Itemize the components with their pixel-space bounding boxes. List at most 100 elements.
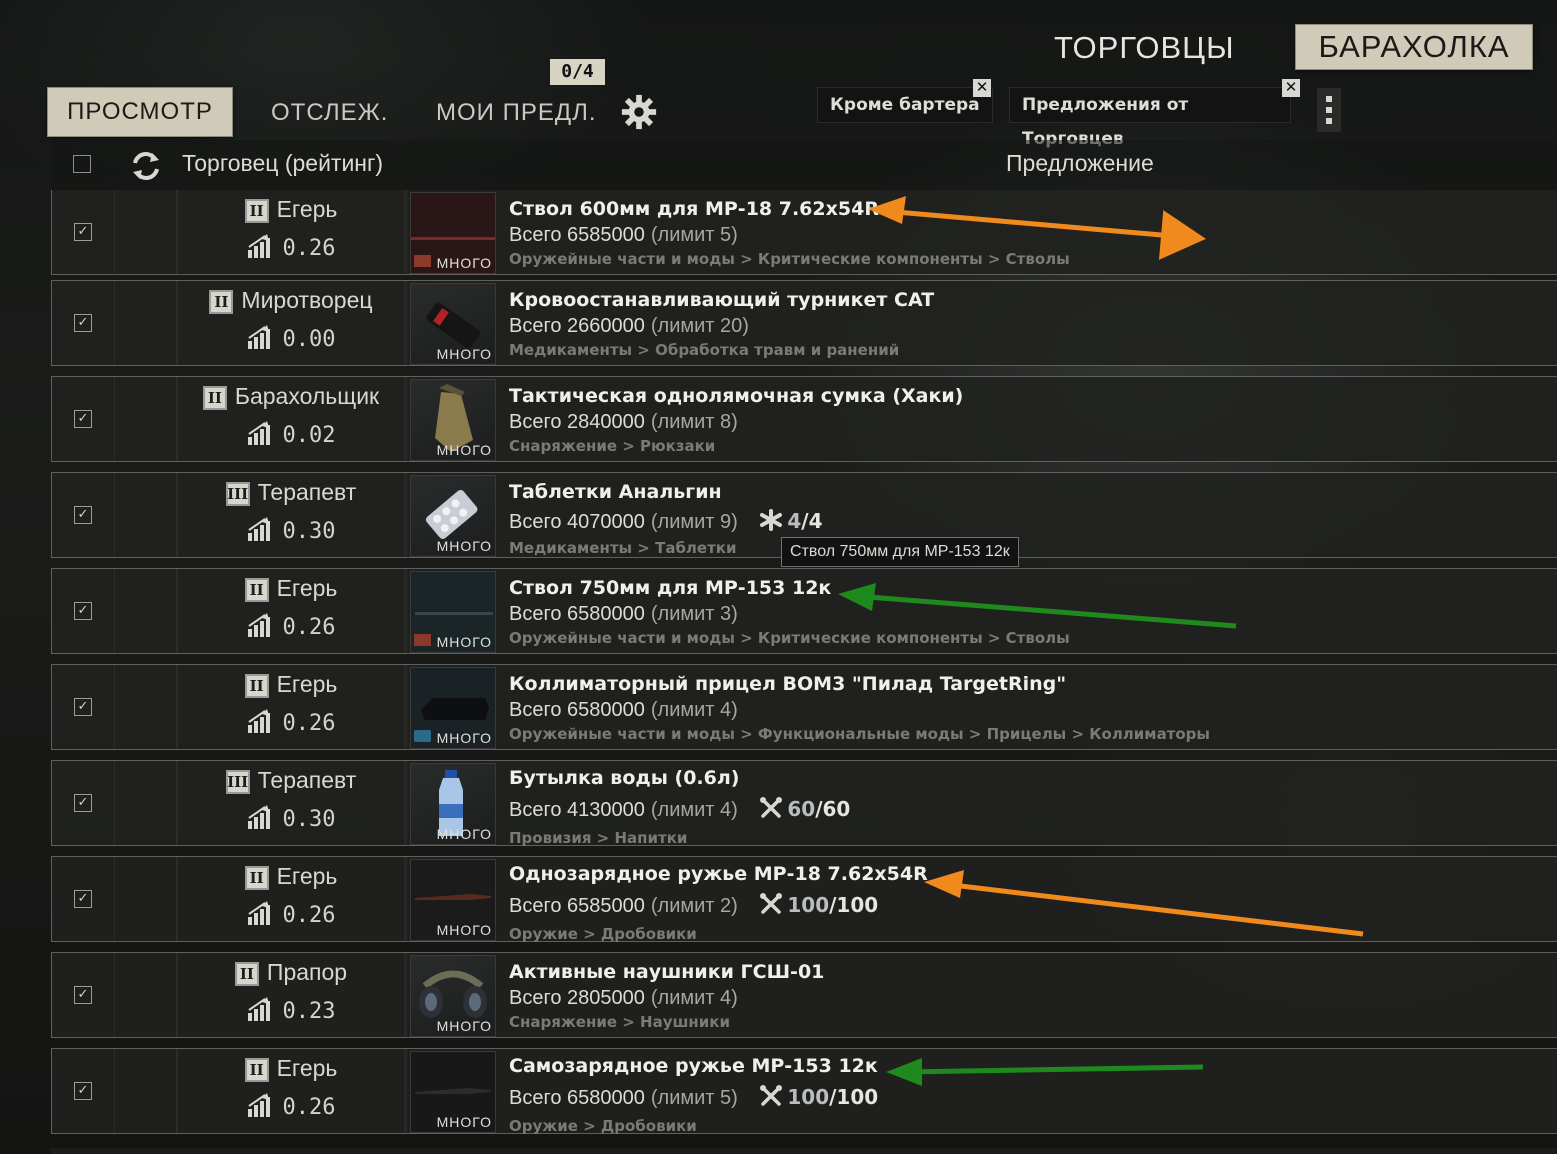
item-total: Всего 6580000 (лимит 4) — [509, 699, 738, 721]
offer-row[interactable]: ✓ II Егерь 0.26 МНОГО Однозарядное ружье … — [51, 856, 1557, 943]
row-checkbox[interactable]: ✓ — [74, 1082, 92, 1100]
item-category-breadcrumb: Оружейные части и моды > Критические ком… — [509, 629, 1070, 647]
row-checkbox[interactable]: ✓ — [74, 890, 92, 908]
item-thumbnail[interactable]: МНОГО — [410, 763, 496, 845]
select-all-checkbox[interactable] — [73, 155, 91, 173]
item-total: Всего 2805000 (лимит 4) — [509, 987, 738, 1009]
filter-chip-trader-offers[interactable]: Предложения от Торговцев — [1010, 88, 1290, 149]
item-name[interactable]: Ствол 600мм для МР-18 7.62x54R — [509, 198, 879, 220]
row-checkbox[interactable]: ✓ — [74, 314, 92, 332]
item-category-breadcrumb: Снаряжение > Рюкзаки — [509, 437, 716, 455]
item-thumbnail[interactable]: МНОГО — [410, 283, 496, 365]
item-category-breadcrumb: Медикаменты > Таблетки — [509, 539, 737, 557]
list-next-row-edge — [51, 1148, 1557, 1154]
loyalty-level-badge: II — [244, 198, 269, 223]
item-total: Всего 2840000 (лимит 8) — [509, 411, 738, 433]
item-name[interactable]: Коллиматорный прицел BOM3 "Пилад TargetR… — [509, 673, 1066, 695]
item-thumbnail[interactable]: МНОГО — [410, 955, 496, 1037]
trader-name[interactable]: II Егерь — [178, 575, 404, 602]
rating-icon — [247, 709, 270, 733]
column-header: Торговец (рейтинг) Предложение — [51, 140, 1557, 190]
refresh-icon[interactable] — [128, 148, 164, 184]
loyalty-level-badge: III — [225, 481, 250, 506]
offer-row[interactable]: ✓ III Терапевт 0.30 МНОГО Бутылка воды (0… — [51, 760, 1557, 847]
filter-chip-no-barter[interactable]: Кроме бартера — [818, 88, 992, 122]
item-thumbnail[interactable]: МНОГО — [410, 379, 496, 461]
tab-browse[interactable]: ПРОСМОТР — [48, 88, 232, 136]
trader-name[interactable]: III Терапевт — [178, 479, 404, 506]
row-checkbox[interactable]: ✓ — [74, 410, 92, 428]
item-thumbnail[interactable]: МНОГО — [410, 192, 496, 274]
trader-name[interactable]: II Егерь — [178, 863, 404, 890]
gear-icon[interactable] — [620, 93, 658, 131]
trader-name[interactable]: II Прапор — [178, 959, 404, 986]
item-total: Всего 4130000 (лимит 4) 60/60 — [509, 797, 851, 821]
offer-row[interactable]: ✓ II Егерь 0.26 МНОГО Самозарядное ружье … — [51, 1048, 1557, 1135]
trader-name[interactable]: II Егерь — [178, 196, 404, 223]
row-checkbox[interactable]: ✓ — [74, 794, 92, 812]
trader-name[interactable]: III Терапевт — [178, 767, 404, 794]
rating-icon — [247, 1093, 270, 1117]
loyalty-level-badge: II — [244, 673, 269, 698]
offer-row[interactable]: ✓ II Егерь 0.26 МНОГО Ствол 750мм для МР-… — [51, 568, 1557, 654]
offer-row[interactable]: ✓ II Прапор 0.23 МНОГО Активные наушники … — [51, 952, 1557, 1038]
item-total: Всего 6585000 (лимит 2) 100/100 — [509, 893, 879, 917]
loyalty-level-badge: II — [244, 577, 269, 602]
tab-traders[interactable]: ТОРГОВЦЫ — [1054, 30, 1235, 66]
row-checkbox[interactable]: ✓ — [74, 506, 92, 524]
item-total: Всего 6580000 (лимит 5) 100/100 — [509, 1085, 879, 1109]
column-trader-rating[interactable]: Торговец (рейтинг) — [182, 150, 383, 177]
item-category-breadcrumb: Оружейные части и моды > Критические ком… — [509, 250, 1070, 268]
item-name[interactable]: Кровоостанавливающий турникет CAT — [509, 289, 934, 311]
more-options-icon[interactable] — [1317, 88, 1341, 132]
item-thumbnail[interactable]: МНОГО — [410, 667, 496, 749]
offer-row[interactable]: ✓ II Егерь 0.26 МНОГО Коллиматорный прице… — [51, 664, 1557, 750]
row-checkbox[interactable]: ✓ — [74, 986, 92, 1004]
item-name[interactable]: Таблетки Анальгин — [509, 481, 722, 503]
item-category-breadcrumb: Оружие > Дробовики — [509, 925, 697, 943]
wrench-icon — [760, 1085, 783, 1106]
item-name[interactable]: Ствол 750мм для МР-153 12к — [509, 577, 831, 599]
item-category-breadcrumb: Снаряжение > Наушники — [509, 1013, 730, 1031]
tab-flea-market[interactable]: БАРАХОЛКА — [1296, 25, 1532, 69]
item-thumbnail[interactable]: МНОГО — [410, 571, 496, 653]
trader-rating: 0.23 — [178, 997, 404, 1024]
header: ТОРГОВЦЫ БАРАХОЛКА ПРОСМОТР ОТСЛЕЖ. МОИ … — [0, 0, 1557, 149]
item-thumbnail[interactable]: МНОГО — [410, 1051, 496, 1133]
rating-icon — [247, 234, 270, 258]
close-icon[interactable]: ✕ — [973, 79, 991, 97]
wrench-icon — [760, 893, 783, 914]
item-name[interactable]: Однозарядное ружье МР-18 7.62x54R — [509, 863, 928, 885]
close-icon[interactable]: ✕ — [1282, 79, 1300, 97]
rating-icon — [247, 613, 270, 637]
rating-icon — [247, 805, 270, 829]
tab-watchlist[interactable]: ОТСЛЕЖ. — [271, 99, 388, 127]
trader-name[interactable]: II Барахольщик — [178, 383, 404, 410]
loyalty-level-badge: II — [234, 961, 259, 986]
offer-row[interactable]: ✓ II Барахольщик 0.02 МНОГО Тактическая о… — [51, 376, 1557, 462]
item-thumbnail[interactable]: МНОГО — [410, 859, 496, 941]
item-total: Всего 4070000 (лимит 9) 4/4 — [509, 509, 823, 533]
offer-row[interactable]: ✓ II Егерь 0.26 МНОГО Ствол 600мм для МР-… — [51, 190, 1557, 275]
row-checkbox[interactable]: ✓ — [74, 698, 92, 716]
rating-icon — [247, 517, 270, 541]
item-category-breadcrumb: Оружейные части и моды > Функциональные … — [509, 725, 1210, 743]
trader-rating: 0.26 — [178, 709, 404, 736]
column-offer[interactable]: Предложение — [1006, 150, 1154, 177]
item-name[interactable]: Активные наушники ГСШ-01 — [509, 961, 824, 983]
trader-name[interactable]: II Миротворец — [178, 287, 404, 314]
offer-row[interactable]: ✓ II Миротворец 0.00 МНОГО Кровоостанавли… — [51, 280, 1557, 366]
item-name[interactable]: Самозарядное ружье МР-153 12к — [509, 1055, 878, 1077]
item-name[interactable]: Тактическая однолямочная сумка (Хаки) — [509, 385, 963, 407]
trader-name[interactable]: II Егерь — [178, 1055, 404, 1082]
tab-my-offers[interactable]: МОИ ПРЕДЛ. — [436, 99, 597, 127]
row-checkbox[interactable]: ✓ — [74, 223, 92, 241]
trader-rating: 0.26 — [178, 1093, 404, 1120]
item-name[interactable]: Бутылка воды (0.6л) — [509, 767, 739, 789]
row-checkbox[interactable]: ✓ — [74, 602, 92, 620]
category-badge-icon — [414, 255, 431, 267]
item-tooltip: Ствол 750мм для МР-153 12к — [781, 537, 1019, 567]
trader-rating: 0.26 — [178, 613, 404, 640]
item-thumbnail[interactable]: МНОГО — [410, 475, 496, 557]
trader-name[interactable]: II Егерь — [178, 671, 404, 698]
